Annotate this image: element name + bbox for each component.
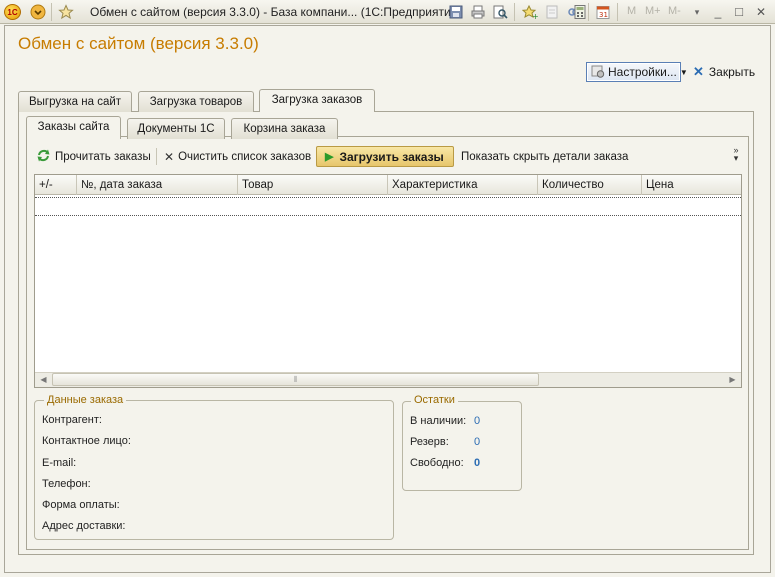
minimize-button[interactable]: _ xyxy=(710,4,726,20)
toolbar-separator xyxy=(156,148,157,165)
column-header-quantity[interactable]: Количество xyxy=(538,175,642,195)
more-dropdown-icon[interactable]: ▾ xyxy=(689,4,705,20)
scroll-left-icon[interactable]: ◀ xyxy=(36,373,51,387)
order-data-legend: Данные заказа xyxy=(44,394,127,406)
toggle-details-button[interactable]: Показать скрыть детали заказа xyxy=(461,148,628,166)
table-row[interactable] xyxy=(35,197,741,216)
history-icon[interactable] xyxy=(544,4,560,20)
titlebar-separator xyxy=(514,3,515,21)
field-contractor-label: Контрагент: xyxy=(42,414,102,426)
save-icon[interactable] xyxy=(448,4,464,20)
memory-m-button[interactable]: M xyxy=(627,5,636,17)
close-icon: ✕ xyxy=(693,64,704,79)
memory-mplus-button[interactable]: M+ xyxy=(645,5,661,17)
refresh-icon xyxy=(36,148,51,166)
preview-icon[interactable] xyxy=(492,4,508,20)
close-form-label: Закрыть xyxy=(708,65,756,79)
settings-label: Настройки... xyxy=(608,65,677,79)
titlebar-separator xyxy=(617,3,618,21)
field-address-label: Адрес доставки: xyxy=(42,520,126,532)
field-contact-label: Контактное лицо: xyxy=(42,435,131,447)
stock-free-value: 0 xyxy=(474,457,481,469)
tab-load-goods[interactable]: Загрузка товаров xyxy=(138,91,254,112)
svg-text:31: 31 xyxy=(599,11,608,19)
field-payment-label: Форма оплаты: xyxy=(42,499,120,511)
window-title: Обмен с сайтом (версия 3.3.0) - База ком… xyxy=(90,5,462,19)
titlebar-separator xyxy=(51,3,52,21)
scrollbar-thumb[interactable]: ⦀ xyxy=(52,373,539,386)
column-header-expand[interactable]: +/- xyxy=(35,175,77,195)
tab-site-orders[interactable]: Заказы сайта xyxy=(26,116,121,139)
calculator-icon[interactable] xyxy=(572,4,588,20)
stock-available-label: В наличии: xyxy=(410,415,467,427)
settings-button[interactable]: Настройки... ▼ xyxy=(586,62,688,82)
svg-text:+: + xyxy=(532,12,538,20)
favorites-star-icon[interactable] xyxy=(58,4,74,20)
clear-icon: ✕ xyxy=(164,150,175,164)
column-header-characteristic[interactable]: Характеристика xyxy=(388,175,538,195)
load-orders-button[interactable]: ▶ Загрузить заказы xyxy=(316,146,454,167)
titlebar-separator xyxy=(588,3,589,21)
column-header-product[interactable]: Товар xyxy=(238,175,388,195)
app-logo-icon[interactable]: 1С xyxy=(4,4,21,20)
stock-reserve-value: 0 xyxy=(474,436,481,448)
settings-icon xyxy=(591,64,605,81)
close-form-button[interactable]: ✕ Закрыть xyxy=(693,64,755,80)
stock-available-value: 0 xyxy=(474,415,481,427)
clear-orders-label: Очистить список заказов xyxy=(178,151,312,163)
add-favorite-icon[interactable]: + xyxy=(521,4,539,21)
column-header-order-date[interactable]: №, дата заказа xyxy=(77,175,238,195)
tab-order-cart[interactable]: Корзина заказа xyxy=(231,118,338,139)
scroll-right-icon[interactable]: ▶ xyxy=(725,373,740,387)
field-phone-label: Телефон: xyxy=(42,478,91,490)
toolbar-more-icon[interactable]: » ▾ xyxy=(731,146,741,163)
clear-orders-button[interactable]: ✕ Очистить список заказов xyxy=(164,148,311,166)
field-email-label: E-mail: xyxy=(42,457,77,469)
read-orders-button[interactable]: Прочитать заказы xyxy=(36,148,151,166)
load-orders-label: Загрузить заказы xyxy=(339,149,444,164)
stock-reserve-label: Резерв: xyxy=(410,436,449,448)
memory-mminus-button[interactable]: M- xyxy=(668,5,681,17)
read-orders-label: Прочитать заказы xyxy=(55,151,151,163)
stock-legend: Остатки xyxy=(411,394,458,406)
form-title: Обмен с сайтом (версия 3.3.0) xyxy=(18,34,259,53)
chevron-down-icon: ▼ xyxy=(679,67,688,77)
stock-free-label: Свободно: xyxy=(410,457,464,469)
tab-upload-site[interactable]: Выгрузка на сайт xyxy=(18,91,132,112)
play-icon: ▶ xyxy=(325,151,334,163)
maximize-button[interactable]: □ xyxy=(731,4,747,20)
main-menu-icon[interactable] xyxy=(30,4,46,20)
close-window-button[interactable]: ✕ xyxy=(753,4,769,20)
tab-load-orders[interactable]: Загрузка заказов xyxy=(259,89,375,112)
print-icon[interactable] xyxy=(470,4,486,20)
calendar-icon[interactable]: 31 xyxy=(595,4,611,20)
tab-1c-documents[interactable]: Документы 1С xyxy=(127,118,225,139)
column-header-price[interactable]: Цена xyxy=(642,175,741,195)
